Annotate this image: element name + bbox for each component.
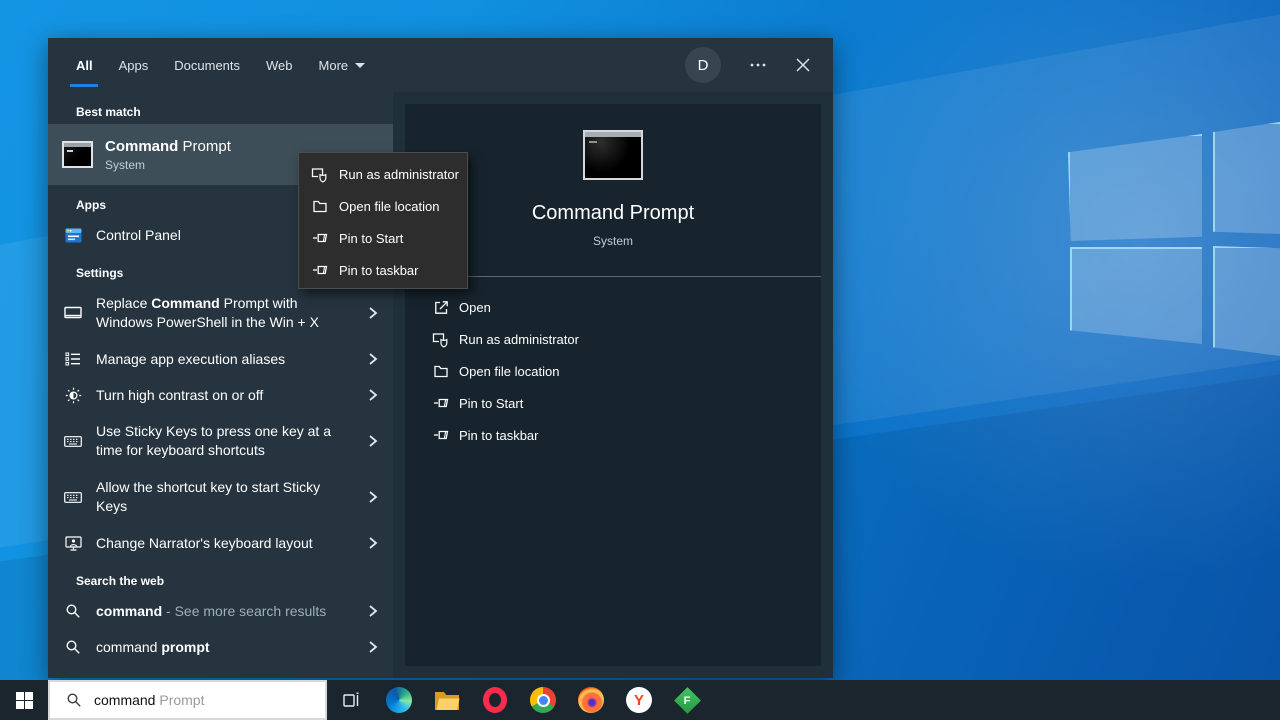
action-pin-to-start[interactable]: Pin to Start bbox=[405, 387, 821, 419]
pin-icon bbox=[311, 262, 329, 278]
tab-more[interactable]: More bbox=[319, 38, 366, 92]
taskbar-search-input[interactable]: command Prompt bbox=[48, 680, 327, 720]
chevron-right-icon bbox=[365, 639, 381, 655]
search-typed-text: command bbox=[94, 692, 156, 708]
green-diamond-icon: F bbox=[673, 686, 701, 714]
folder-icon bbox=[311, 198, 329, 214]
pin-icon bbox=[311, 230, 329, 246]
chevron-right-icon bbox=[365, 535, 381, 551]
taskbar-app-yandex[interactable]: Y bbox=[615, 680, 663, 720]
search-tab-bar: All Apps Documents Web More D bbox=[48, 38, 833, 92]
taskbar: command Prompt Y F bbox=[0, 680, 1280, 720]
search-icon bbox=[67, 693, 81, 707]
context-pin-to-taskbar[interactable]: Pin to taskbar bbox=[299, 254, 467, 286]
taskbar-app-edge[interactable] bbox=[375, 680, 423, 720]
pin-icon bbox=[432, 427, 450, 443]
run-as-admin-icon bbox=[311, 166, 329, 183]
opera-icon bbox=[483, 687, 507, 713]
chevron-right-icon bbox=[365, 603, 381, 619]
taskbar-app-green-diamond[interactable]: F bbox=[663, 680, 711, 720]
close-icon[interactable] bbox=[795, 57, 811, 73]
windows-logo-pane bbox=[1068, 134, 1202, 241]
edge-icon bbox=[386, 687, 412, 713]
folder-icon bbox=[432, 363, 450, 379]
chevron-right-icon bbox=[365, 489, 381, 505]
section-header-best-match: Best match bbox=[76, 105, 141, 119]
result-turn-high-contrast[interactable]: Turn high contrast on or off bbox=[48, 377, 393, 413]
command-prompt-icon-large bbox=[583, 130, 643, 180]
context-open-file-location[interactable]: Open file location bbox=[299, 190, 467, 222]
windows-logo-pane bbox=[1213, 122, 1280, 234]
open-icon bbox=[432, 299, 450, 316]
tab-all[interactable]: All bbox=[76, 38, 93, 92]
tab-documents[interactable]: Documents bbox=[174, 38, 240, 92]
chevron-down-icon bbox=[355, 62, 366, 68]
section-header-search-web: Search the web bbox=[76, 574, 165, 588]
chevron-right-icon bbox=[365, 433, 381, 449]
display-icon bbox=[62, 305, 84, 321]
action-pin-to-taskbar[interactable]: Pin to taskbar bbox=[405, 419, 821, 451]
task-view-button[interactable] bbox=[327, 680, 375, 720]
narrator-icon bbox=[62, 535, 84, 552]
windows-logo-icon bbox=[15, 691, 33, 709]
list-icon bbox=[62, 351, 84, 367]
taskbar-app-chrome[interactable] bbox=[519, 680, 567, 720]
action-run-as-administrator[interactable]: Run as administrator bbox=[405, 323, 821, 355]
file-explorer-icon bbox=[435, 692, 460, 710]
search-suggestion-text: Prompt bbox=[159, 692, 205, 708]
firefox-icon bbox=[578, 687, 604, 713]
control-panel-icon bbox=[62, 227, 84, 244]
context-menu: Run as administrator Open file location … bbox=[298, 152, 468, 289]
keyboard-icon bbox=[62, 434, 84, 449]
pin-icon bbox=[432, 395, 450, 411]
result-use-sticky-keys[interactable]: Use Sticky Keys to press one key at a ti… bbox=[48, 413, 393, 469]
contrast-icon bbox=[62, 387, 84, 404]
action-open-file-location[interactable]: Open file location bbox=[405, 355, 821, 387]
result-allow-shortcut-sticky-keys[interactable]: Allow the shortcut key to start Sticky K… bbox=[48, 469, 393, 525]
result-web-command-prompt[interactable]: command prompt bbox=[48, 629, 393, 665]
start-button[interactable] bbox=[0, 680, 48, 720]
tab-apps[interactable]: Apps bbox=[119, 38, 149, 92]
keyboard-icon bbox=[62, 490, 84, 505]
result-change-narrator-layout[interactable]: Change Narrator's keyboard layout bbox=[48, 525, 393, 561]
run-as-admin-icon bbox=[432, 331, 450, 348]
search-flyout: All Apps Documents Web More D Best match… bbox=[48, 38, 833, 678]
chevron-right-icon bbox=[365, 305, 381, 321]
search-icon bbox=[62, 603, 84, 619]
search-icon bbox=[62, 639, 84, 655]
yandex-browser-icon: Y bbox=[626, 687, 652, 713]
chrome-icon bbox=[530, 687, 556, 713]
windows-logo-pane bbox=[1070, 247, 1202, 344]
more-options-icon[interactable] bbox=[749, 56, 767, 74]
result-replace-command-prompt[interactable]: Replace Command Prompt with Windows Powe… bbox=[48, 285, 393, 341]
chevron-right-icon bbox=[365, 387, 381, 403]
taskbar-app-firefox[interactable] bbox=[567, 680, 615, 720]
task-view-icon bbox=[343, 692, 359, 707]
chevron-right-icon bbox=[365, 351, 381, 367]
windows-logo-pane bbox=[1213, 246, 1280, 356]
best-match-subtitle: System bbox=[105, 157, 146, 172]
tab-web[interactable]: Web bbox=[266, 38, 293, 92]
command-prompt-icon bbox=[62, 141, 93, 168]
context-pin-to-start[interactable]: Pin to Start bbox=[299, 222, 467, 254]
avatar[interactable]: D bbox=[685, 47, 721, 83]
taskbar-app-file-explorer[interactable] bbox=[423, 680, 471, 720]
action-open[interactable]: Open bbox=[405, 291, 821, 323]
result-manage-app-execution-aliases[interactable]: Manage app execution aliases bbox=[48, 341, 393, 377]
taskbar-app-opera[interactable] bbox=[471, 680, 519, 720]
context-run-as-administrator[interactable]: Run as administrator bbox=[299, 158, 467, 190]
result-web-command[interactable]: command - See more search results bbox=[48, 593, 393, 629]
